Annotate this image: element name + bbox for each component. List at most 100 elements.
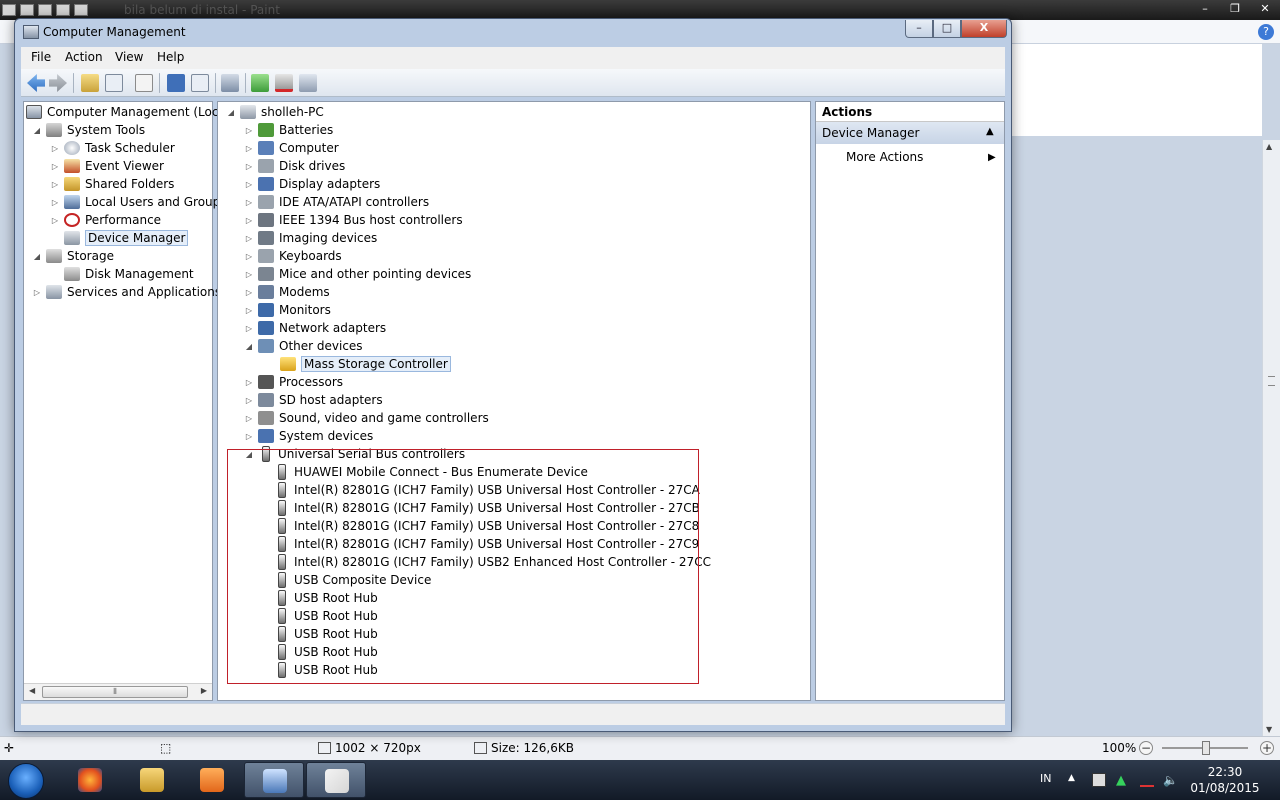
show-hide-action-pane-icon[interactable] xyxy=(191,74,209,92)
expand-icon[interactable]: ▷ xyxy=(50,216,60,225)
close-button[interactable]: X xyxy=(961,20,1007,38)
device-category[interactable]: ▷ IEEE 1394 Bus host controllers xyxy=(244,211,463,229)
tree-system-tools[interactable]: ◢ System Tools xyxy=(32,121,145,139)
collapse-icon[interactable]: ◢ xyxy=(226,108,236,117)
menu-file[interactable]: File xyxy=(31,50,51,64)
customize-icon[interactable] xyxy=(74,4,88,16)
update-driver-icon[interactable] xyxy=(251,74,269,92)
device-category[interactable]: ▷ Imaging devices xyxy=(244,229,377,247)
collapse-up-icon[interactable]: ▲ xyxy=(986,126,994,137)
expand-icon[interactable]: ▷ xyxy=(244,324,254,333)
expand-icon[interactable]: ▷ xyxy=(244,306,254,315)
taskbar-explorer[interactable] xyxy=(122,762,182,798)
expand-icon[interactable]: ▷ xyxy=(244,432,254,441)
device-mass-storage-controller[interactable]: Mass Storage Controller xyxy=(280,355,451,373)
forward-arrow-icon[interactable] xyxy=(49,74,67,92)
device-category[interactable]: ▷ Computer xyxy=(244,139,339,157)
computer-management-icon[interactable] xyxy=(23,25,39,39)
language-indicator[interactable]: IN xyxy=(1040,772,1051,785)
expand-icon[interactable]: ▷ xyxy=(244,414,254,423)
tree-disk-management[interactable]: Disk Management xyxy=(64,265,194,283)
expand-icon[interactable]: ▷ xyxy=(244,252,254,261)
uninstall-device-icon[interactable] xyxy=(275,74,293,92)
tree-task-scheduler[interactable]: ▷ Task Scheduler xyxy=(50,139,175,157)
device-category[interactable]: ▷ Mice and other pointing devices xyxy=(244,265,471,283)
paint-maximize-button[interactable]: ❐ xyxy=(1220,0,1250,18)
device-category[interactable]: ◢ Other devices xyxy=(244,337,363,355)
device-category[interactable]: ▷ Monitors xyxy=(244,301,331,319)
device-category[interactable]: ▷ Disk drives xyxy=(244,157,345,175)
tree-shared-folders[interactable]: ▷ Shared Folders xyxy=(50,175,174,193)
show-hide-tree-icon[interactable] xyxy=(105,74,123,92)
expand-icon[interactable]: ▷ xyxy=(244,288,254,297)
expand-icon[interactable]: ▷ xyxy=(244,144,254,153)
actions-device-manager-section[interactable]: Device Manager xyxy=(816,122,1004,144)
expand-icon[interactable]: ▷ xyxy=(244,378,254,387)
paint-vertical-scrollbar[interactable]: ▲ ▼ xyxy=(1262,140,1280,736)
expand-icon[interactable]: ▷ xyxy=(50,180,60,189)
expand-icon[interactable]: ▷ xyxy=(50,162,60,171)
network-signal-icon[interactable] xyxy=(1140,773,1154,787)
more-actions-link[interactable]: More Actions xyxy=(846,150,923,164)
scroll-down-icon[interactable]: ▼ xyxy=(1266,725,1272,734)
expand-icon[interactable]: ▷ xyxy=(244,126,254,135)
scroll-right-icon[interactable]: ▶ xyxy=(201,686,207,695)
zoom-in-button[interactable]: + xyxy=(1260,741,1274,755)
scrollbar-thumb[interactable]: ⦀ xyxy=(42,686,188,698)
device-category[interactable]: ▷ Modems xyxy=(244,283,330,301)
paint-menu-icon[interactable] xyxy=(2,4,16,16)
tree-local-users[interactable]: ▷ Local Users and Groups xyxy=(50,193,227,211)
paint-minimize-button[interactable]: – xyxy=(1190,0,1220,18)
scroll-left-icon[interactable]: ◀ xyxy=(29,686,35,695)
menu-view[interactable]: View xyxy=(115,50,143,64)
expand-icon[interactable]: ▷ xyxy=(244,180,254,189)
volume-icon[interactable]: 🔈 xyxy=(1163,773,1178,787)
tree-root[interactable]: Computer Management (Local xyxy=(26,103,229,121)
help-icon[interactable] xyxy=(167,74,185,92)
up-folder-icon[interactable] xyxy=(81,74,99,92)
enable-device-icon[interactable] xyxy=(299,74,317,92)
device-category[interactable]: ▷ Sound, video and game controllers xyxy=(244,409,489,427)
device-category[interactable]: ▷ System devices xyxy=(244,427,373,445)
redo-icon[interactable] xyxy=(56,4,70,16)
device-category[interactable]: ▷ Batteries xyxy=(244,121,333,139)
tree-horizontal-scrollbar[interactable]: ◀ ⦀ ▶ xyxy=(24,683,212,700)
taskbar-media-player[interactable] xyxy=(182,762,242,798)
menu-action[interactable]: Action xyxy=(65,50,103,64)
expand-icon[interactable]: ▷ xyxy=(50,144,60,153)
huawei-connect-icon[interactable]: ▲ xyxy=(1116,773,1130,788)
paint-close-button[interactable]: ✕ xyxy=(1250,0,1280,18)
minimize-button[interactable]: – xyxy=(905,20,933,38)
menu-help[interactable]: Help xyxy=(157,50,184,64)
tree-event-viewer[interactable]: ▷ Event Viewer xyxy=(50,157,164,175)
expand-icon[interactable]: ▷ xyxy=(244,396,254,405)
maximize-button[interactable]: □ xyxy=(933,20,961,38)
expand-icon[interactable]: ▷ xyxy=(244,198,254,207)
expand-icon[interactable]: ▷ xyxy=(244,234,254,243)
show-hidden-icons-icon[interactable]: ▲ xyxy=(1068,773,1082,787)
tree-performance[interactable]: ▷ Performance xyxy=(50,211,161,229)
properties-icon[interactable] xyxy=(135,74,153,92)
safely-remove-icon[interactable] xyxy=(1092,773,1106,787)
scrollbar-grip-icon[interactable] xyxy=(1268,376,1275,386)
system-clock[interactable]: 22:30 01/08/2015 xyxy=(1190,764,1260,796)
expand-icon[interactable]: ▷ xyxy=(50,198,60,207)
expand-icon[interactable]: ▷ xyxy=(244,270,254,279)
scroll-up-icon[interactable]: ▲ xyxy=(1266,142,1272,151)
expand-icon[interactable]: ▷ xyxy=(32,288,42,297)
expand-icon[interactable]: ▷ xyxy=(244,162,254,171)
start-button[interactable] xyxy=(8,763,44,799)
zoom-slider-thumb[interactable] xyxy=(1202,741,1210,755)
tree-services[interactable]: ▷ Services and Applications xyxy=(32,283,221,301)
taskbar-computer-management[interactable] xyxy=(244,762,304,798)
tree-device-manager[interactable]: Device Manager xyxy=(64,229,189,247)
collapse-icon[interactable]: ◢ xyxy=(244,342,254,351)
collapse-icon[interactable]: ◢ xyxy=(32,252,42,261)
collapse-icon[interactable]: ◢ xyxy=(32,126,42,135)
undo-icon[interactable] xyxy=(38,4,52,16)
device-category[interactable]: ▷ Processors xyxy=(244,373,343,391)
device-category[interactable]: ▷ Keyboards xyxy=(244,247,342,265)
scan-hardware-icon[interactable] xyxy=(221,74,239,92)
device-category[interactable]: ▷ Display adapters xyxy=(244,175,380,193)
device-category[interactable]: ▷ Network adapters xyxy=(244,319,386,337)
